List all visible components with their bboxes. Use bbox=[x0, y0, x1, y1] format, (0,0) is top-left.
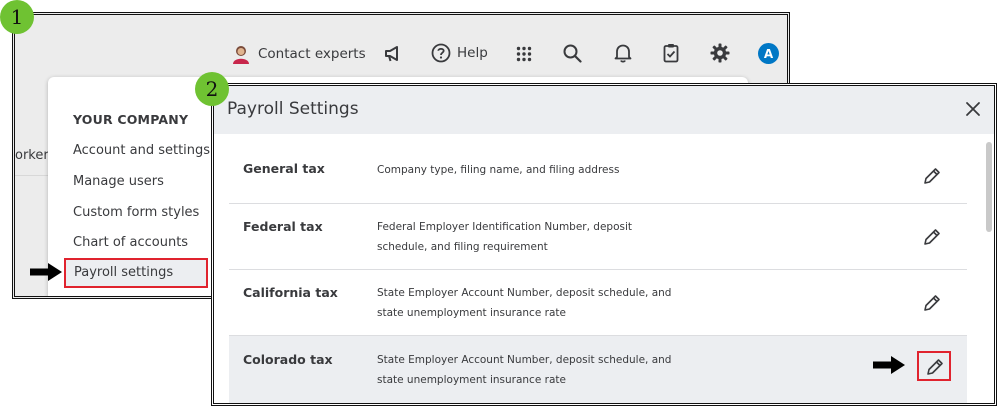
apps-grid-icon bbox=[516, 46, 532, 62]
user-avatar-button[interactable]: A bbox=[758, 43, 779, 64]
arrow-right-icon bbox=[30, 263, 62, 281]
setting-row-california-tax: California tax State Employer Account Nu… bbox=[229, 270, 967, 336]
tasks-button[interactable] bbox=[663, 43, 679, 63]
contact-experts-label: Contact experts bbox=[258, 46, 366, 62]
menu-item-custom-form-styles[interactable]: Custom form styles bbox=[73, 205, 199, 220]
setting-name: General tax bbox=[243, 161, 325, 176]
avatar-initial: A bbox=[763, 46, 774, 61]
notifications-button[interactable] bbox=[614, 43, 632, 63]
gear-icon bbox=[710, 43, 730, 63]
setting-description: State Employer Account Number, deposit s… bbox=[377, 283, 677, 323]
dialog-header: Payroll Settings bbox=[214, 86, 994, 134]
close-icon[interactable] bbox=[964, 100, 982, 118]
setting-name: California tax bbox=[243, 285, 338, 300]
setting-description: State Employer Account Number, deposit s… bbox=[377, 350, 677, 390]
search-icon bbox=[563, 44, 582, 63]
setting-row-federal-tax: Federal tax Federal Employer Identificat… bbox=[229, 204, 967, 270]
description-line: schedule, and filing requirement bbox=[377, 241, 548, 253]
contact-experts-button[interactable]: Contact experts bbox=[232, 44, 366, 64]
help-button[interactable]: Help bbox=[431, 43, 488, 63]
setting-name: Federal tax bbox=[243, 219, 323, 234]
settings-button[interactable] bbox=[710, 43, 730, 63]
description-line: State Employer Account Number, deposit s… bbox=[377, 354, 672, 366]
setting-row-general-tax: General tax Company type, filing name, a… bbox=[229, 144, 967, 204]
help-label: Help bbox=[457, 45, 488, 61]
help-circle-icon bbox=[431, 43, 451, 63]
expert-avatar-icon bbox=[233, 46, 249, 64]
announcements-button[interactable] bbox=[383, 45, 403, 63]
menu-item-chart-of-accounts[interactable]: Chart of accounts bbox=[73, 235, 188, 250]
menu-heading: YOUR COMPANY bbox=[73, 112, 189, 127]
step-2-badge: 2 bbox=[195, 72, 229, 106]
description-line: Company type, filing name, and filing ad… bbox=[377, 164, 620, 176]
pencil-icon[interactable] bbox=[922, 166, 942, 186]
megaphone-icon bbox=[385, 46, 398, 62]
description-line: State Employer Account Number, deposit s… bbox=[377, 287, 672, 299]
setting-description: Company type, filing name, and filing ad… bbox=[377, 160, 677, 180]
payroll-settings-screenshot: Payroll Settings General tax Company typ… bbox=[211, 83, 997, 406]
scrollbar[interactable] bbox=[986, 142, 992, 232]
setting-name: Colorado tax bbox=[243, 352, 333, 367]
apps-button[interactable] bbox=[516, 46, 532, 62]
pencil-icon bbox=[927, 359, 943, 375]
arrow-right-icon bbox=[873, 356, 905, 374]
step-1-badge: 1 bbox=[0, 0, 34, 34]
pencil-icon[interactable] bbox=[922, 227, 942, 247]
clipboard-check-icon bbox=[663, 44, 679, 63]
menu-item-manage-users[interactable]: Manage users bbox=[73, 174, 164, 189]
background-nav-text: orker bbox=[15, 148, 49, 163]
search-button[interactable] bbox=[563, 44, 582, 63]
menu-item-payroll-settings[interactable]: Payroll settings bbox=[64, 258, 208, 288]
setting-description: Federal Employer Identification Number, … bbox=[377, 217, 677, 257]
bell-icon bbox=[614, 44, 632, 63]
description-line: state unemployment insurance rate bbox=[377, 307, 566, 319]
dialog-title: Payroll Settings bbox=[227, 99, 359, 119]
setting-row-colorado-tax: Colorado tax State Employer Account Numb… bbox=[229, 336, 967, 403]
menu-item-account-settings[interactable]: Account and settings bbox=[73, 143, 210, 158]
description-line: state unemployment insurance rate bbox=[377, 374, 566, 386]
edit-colorado-tax-button[interactable] bbox=[917, 351, 951, 381]
description-line: Federal Employer Identification Number, … bbox=[377, 221, 633, 233]
divider bbox=[15, 175, 49, 176]
pencil-icon[interactable] bbox=[922, 293, 942, 313]
